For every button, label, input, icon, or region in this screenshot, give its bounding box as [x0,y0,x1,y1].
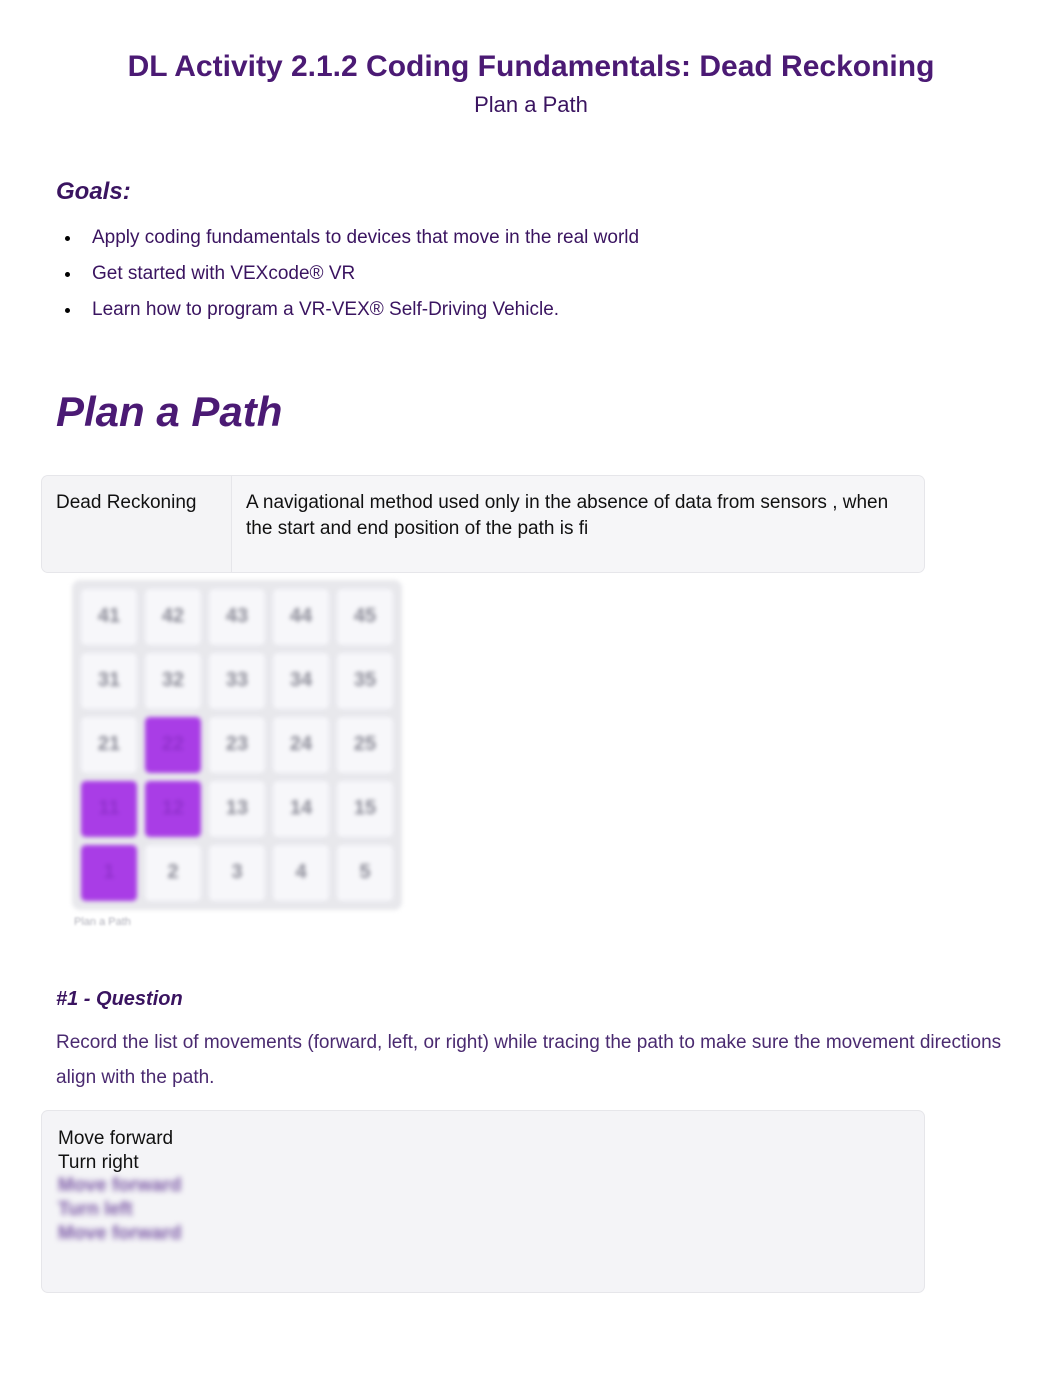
grid-cell: 23 [208,716,266,774]
goals-heading: Goals: [56,178,1006,206]
list-item: Learn how to program a VR-VEX® Self-Driv… [82,292,1006,328]
question-heading: #1 - Question [56,988,1006,1011]
grid-cell: 34 [272,652,330,710]
grid-cell: 1 [80,844,138,902]
grid-caption: Plan a Path [74,916,1006,928]
grid-cell: 15 [336,780,394,838]
grid-cell: 3 [208,844,266,902]
grid-cell: 12 [144,780,202,838]
grid-cell: 5 [336,844,394,902]
grid-cell: 21 [80,716,138,774]
grid-cell: 35 [336,652,394,710]
definition-table: Dead Reckoning A navigational method use… [42,476,924,571]
grid-cell: 22 [144,716,202,774]
answer-box: Move forward Turn right Move forward Tur… [42,1111,924,1292]
list-item: Get started with VEXcode® VR [82,256,1006,292]
grid-cell: 42 [144,588,202,646]
definition-term: Dead Reckoning [42,476,232,571]
grid-cell: 43 [208,588,266,646]
grid-cell: 14 [272,780,330,838]
grid-cell: 41 [80,588,138,646]
page-subtitle: Plan a Path [56,92,1006,118]
answer-line-blurred: Move forward [58,1222,908,1246]
answer-line: Turn right [58,1151,908,1175]
grid-cell: 4 [272,844,330,902]
grid-cell: 13 [208,780,266,838]
path-grid: 4142434445313233343521222324251112131415… [72,580,402,910]
answer-line-blurred: Move forward [58,1174,908,1198]
grid-cell: 45 [336,588,394,646]
question-body: Record the list of movements (forward, l… [56,1025,1006,1095]
answer-line-blurred: Turn left [58,1198,908,1222]
grid-cell: 33 [208,652,266,710]
goals-list: Apply coding fundamentals to devices tha… [82,220,1006,328]
answer-line: Move forward [58,1127,908,1151]
list-item: Apply coding fundamentals to devices tha… [82,220,1006,256]
definition-text: A navigational method used only in the a… [232,476,924,571]
grid-cell: 31 [80,652,138,710]
grid-cell: 11 [80,780,138,838]
grid-cell: 32 [144,652,202,710]
grid-cell: 24 [272,716,330,774]
grid-cell: 44 [272,588,330,646]
section-heading: Plan a Path [56,388,1006,436]
grid-cell: 2 [144,844,202,902]
grid-cell: 25 [336,716,394,774]
page-title: DL Activity 2.1.2 Coding Fundamentals: D… [56,50,1006,84]
